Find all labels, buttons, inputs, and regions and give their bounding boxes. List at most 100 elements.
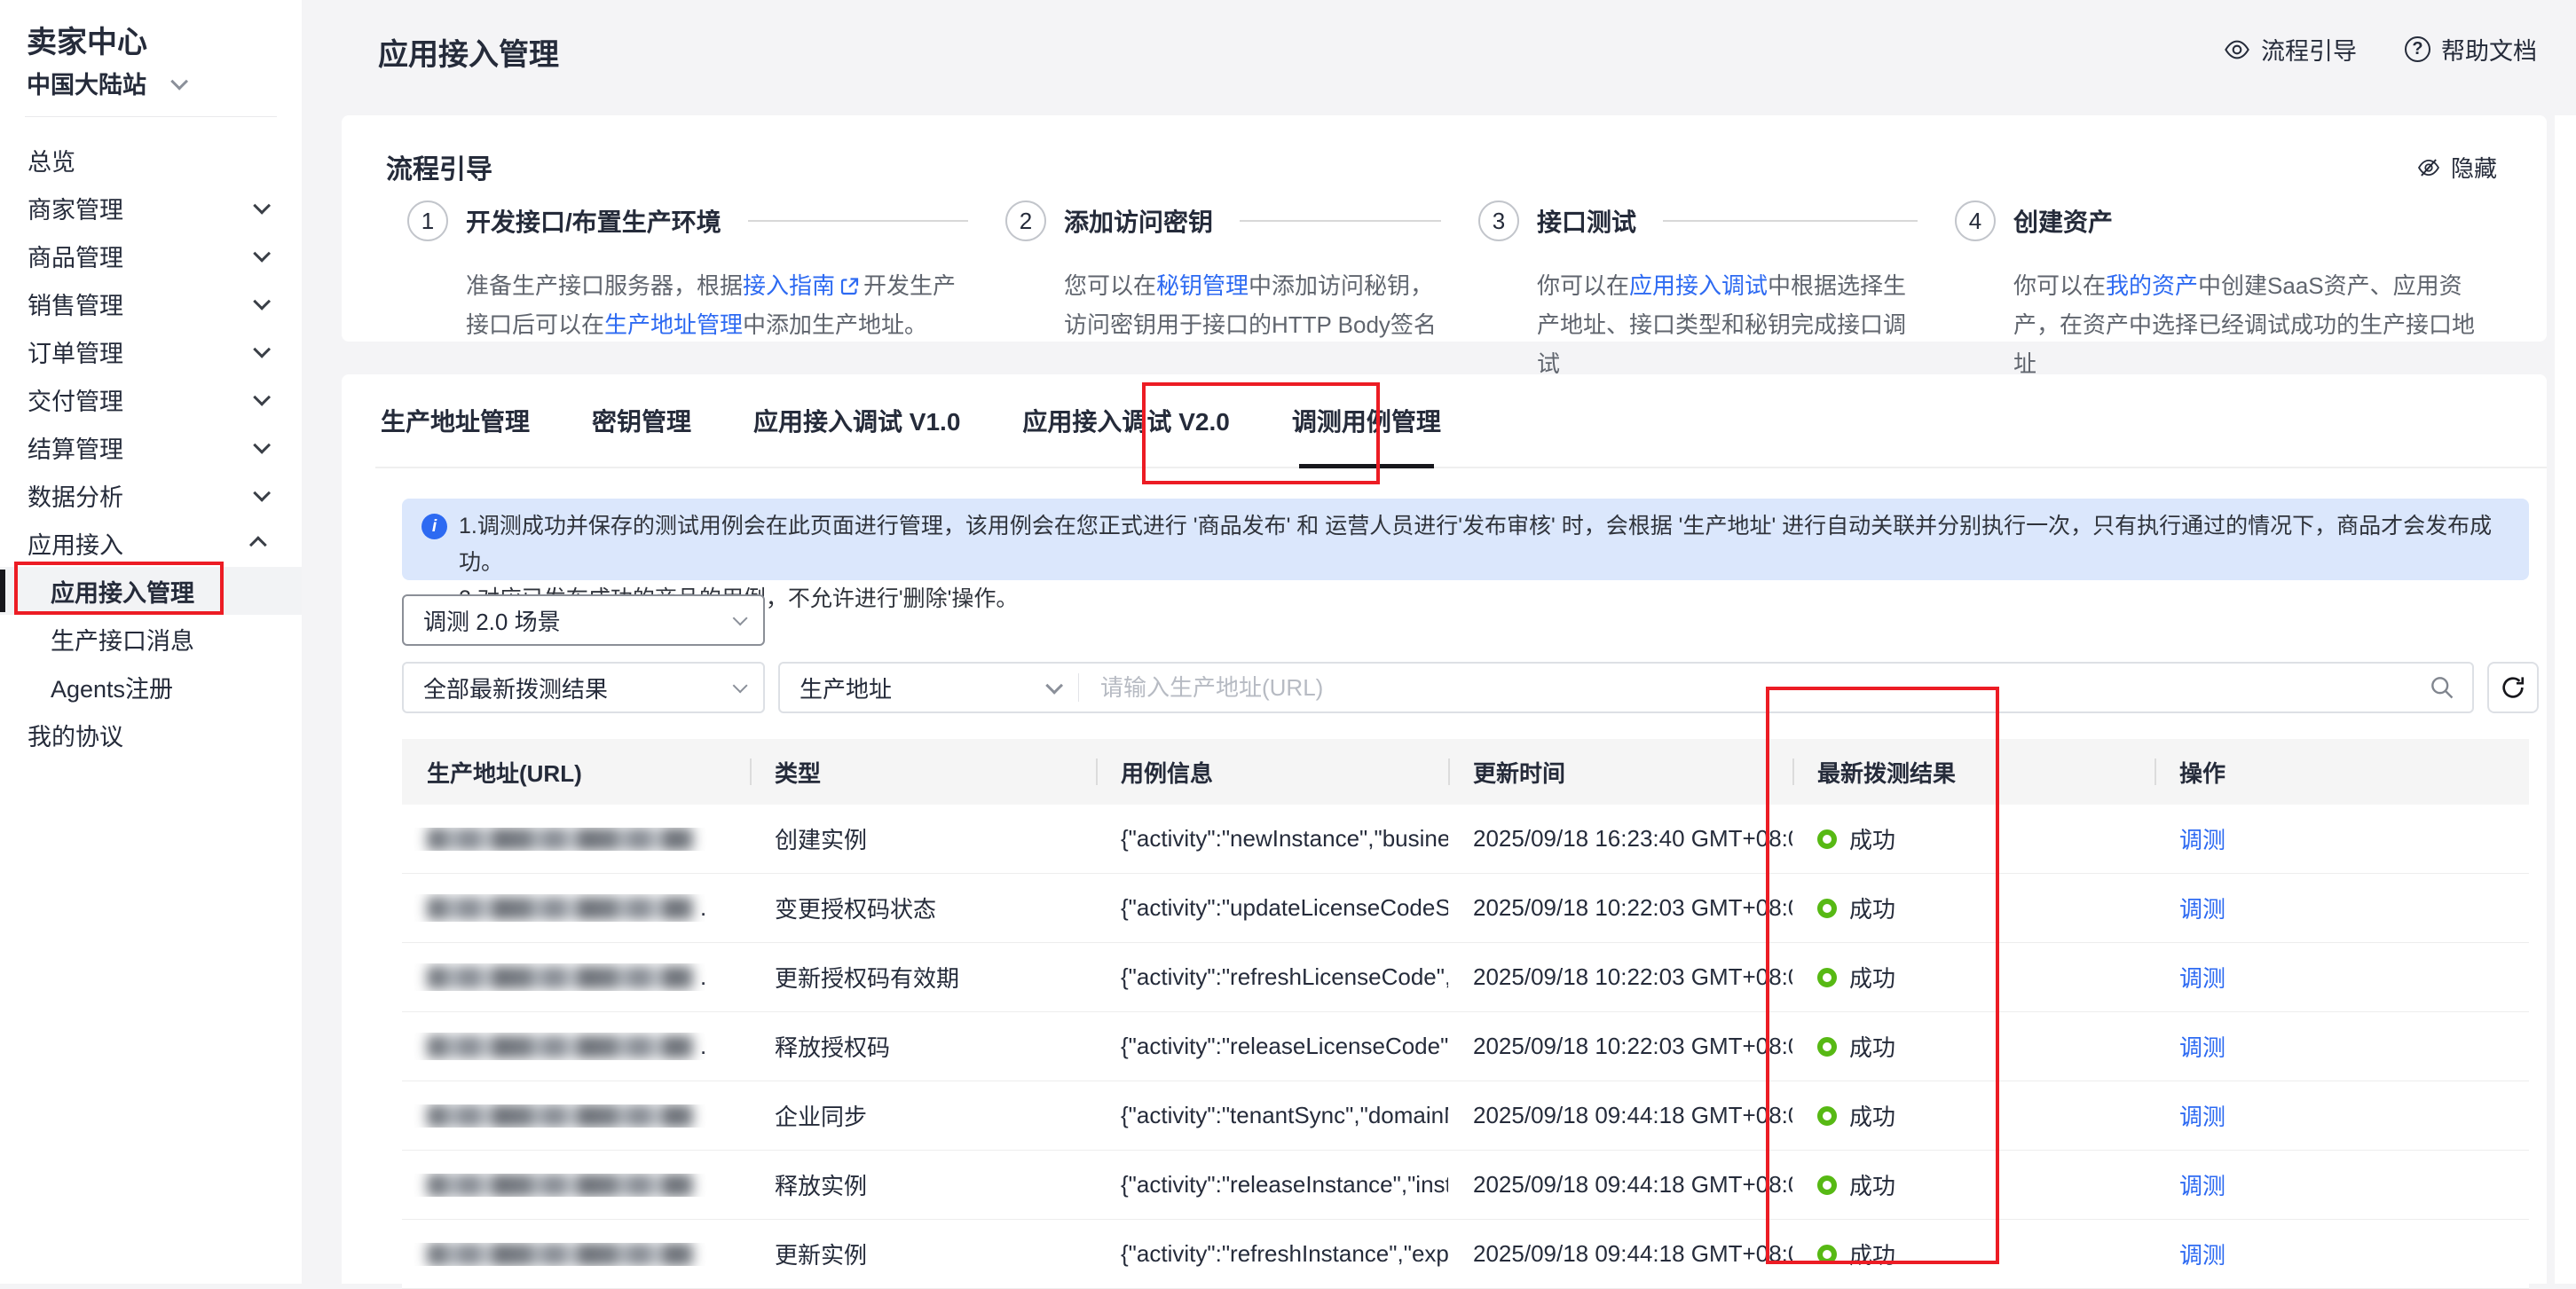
sidebar-item[interactable]: 总览 bbox=[0, 136, 302, 184]
search-field-select[interactable]: 生产地址 bbox=[780, 672, 1078, 704]
sidebar-item[interactable]: 我的协议 bbox=[0, 711, 302, 758]
sidebar-item[interactable]: 生产接口消息 bbox=[0, 615, 302, 663]
secret-key-mgmt-link[interactable]: 秘钥管理 bbox=[1156, 272, 1249, 299]
sidebar-item-label: 生产接口消息 bbox=[51, 622, 194, 656]
sidebar-item-label: Agents注册 bbox=[51, 670, 173, 704]
tab-3[interactable]: 应用接入调试 V1.0 bbox=[748, 374, 965, 467]
sidebar-item-label: 总览 bbox=[28, 143, 75, 177]
status-text: 成功 bbox=[1849, 1099, 1895, 1132]
status-text: 成功 bbox=[1849, 1030, 1895, 1063]
search-box: 生产地址 bbox=[778, 662, 2474, 713]
cell-updated-time: 2025/09/18 09:44:18 GMT+08:00 bbox=[1448, 1102, 1792, 1129]
info-banner: i 1.调测成功并保存的测试用例会在此页面进行管理，该用例会在您正式进行 '商品… bbox=[402, 499, 2529, 580]
debug-action-link[interactable]: 调测 bbox=[2179, 896, 2225, 923]
step-connector bbox=[1240, 220, 1441, 222]
sidebar-item-label: 应用接入 bbox=[28, 526, 123, 561]
sidebar-item-label: 交付管理 bbox=[28, 382, 123, 417]
cell-operation: 调测 bbox=[2155, 961, 2529, 994]
guide-step-1: 1 开发接口/布置生产环境 准备生产接口服务器，根据接入指南开发生产接口后可以在… bbox=[407, 199, 1005, 383]
cell-production-url bbox=[402, 1174, 750, 1197]
tab-1[interactable]: 生产地址管理 bbox=[375, 374, 535, 467]
status-text: 成功 bbox=[1849, 822, 1895, 855]
cell-case-info: {"activity":"refreshInstance","expi... bbox=[1096, 1240, 1448, 1268]
sidebar-item[interactable]: 销售管理 bbox=[0, 279, 302, 327]
sidebar-item[interactable]: 商家管理 bbox=[0, 184, 302, 232]
step-title: 添加访问密钥 bbox=[1064, 203, 1213, 239]
tab-2[interactable]: 密钥管理 bbox=[587, 374, 697, 467]
debug-action-link[interactable]: 调测 bbox=[2179, 827, 2225, 853]
latest-result-select[interactable]: 全部最新拨测结果 bbox=[402, 662, 765, 713]
chevron-down-icon bbox=[253, 197, 271, 215]
cell-latest-dial-result: 成功 bbox=[1792, 1030, 2155, 1063]
cell-latest-dial-result: 成功 bbox=[1792, 1168, 2155, 1201]
step-title: 接口测试 bbox=[1537, 203, 1636, 239]
sidebar: 卖家中心 中国大陆站 总览商家管理商品管理销售管理订单管理交付管理结算管理数据分… bbox=[0, 0, 302, 1284]
sidebar-item-label: 销售管理 bbox=[28, 287, 123, 321]
debug-action-link[interactable]: 调测 bbox=[2179, 1242, 2225, 1269]
app-access-debug-link[interactable]: 应用接入调试 bbox=[1629, 272, 1768, 299]
column-header: 更新时间 bbox=[1448, 756, 1792, 789]
masked-url bbox=[427, 897, 693, 920]
success-ring-icon bbox=[1817, 1175, 1837, 1195]
access-guide-link[interactable]: 接入指南 bbox=[743, 272, 835, 299]
guide-steps: 1 开发接口/布置生产环境 准备生产接口服务器，根据接入指南开发生产接口后可以在… bbox=[407, 199, 2520, 383]
table-row: 创建实例{"activity":"newInstance","busine...… bbox=[402, 805, 2529, 874]
debug-action-link[interactable]: 调测 bbox=[2179, 965, 2225, 992]
tab-bar: 生产地址管理密钥管理应用接入调试 V1.0 应用接入调试 V2.0 调测用例管理 bbox=[375, 374, 2547, 468]
cell-updated-time: 2025/09/18 09:44:18 GMT+08:00 bbox=[1448, 1240, 1792, 1268]
table-row: 更新实例{"activity":"refreshInstance","expi.… bbox=[402, 1220, 2529, 1289]
sidebar-item[interactable]: 应用接入 bbox=[0, 519, 302, 567]
chevron-down-icon bbox=[253, 293, 271, 310]
sidebar-item-label: 结算管理 bbox=[28, 430, 123, 465]
search-input[interactable] bbox=[1079, 674, 2428, 702]
question-circle-icon: ? bbox=[2405, 36, 2430, 62]
prod-address-mgmt-link[interactable]: 生产地址管理 bbox=[604, 311, 743, 338]
sidebar-item[interactable]: 数据分析 bbox=[0, 471, 302, 519]
process-guide-panel: 流程引导 隐藏 1 开发接口/布置生产环境 准备生产接口服务器，根据接入指南开发… bbox=[342, 115, 2547, 342]
cell-operation: 调测 bbox=[2155, 1168, 2529, 1201]
cell-operation: 调测 bbox=[2155, 822, 2529, 855]
scene-select[interactable]: 调测 2.0 场景 bbox=[402, 594, 765, 646]
chevron-down-icon bbox=[1045, 677, 1063, 695]
sidebar-item[interactable]: 商品管理 bbox=[0, 232, 302, 279]
step-description: 你可以在我的资产中创建SaaS资产、应用资产，在资产中选择已经调试成功的生产接口… bbox=[2013, 266, 2490, 383]
cell-latest-dial-result: 成功 bbox=[1792, 1099, 2155, 1132]
step-description: 您可以在秘钥管理中添加访问秘钥，访问密钥用于接口的HTTP Body签名 bbox=[1064, 266, 1448, 344]
masked-url bbox=[427, 1174, 693, 1197]
region-switcher[interactable]: 中国大陆站 bbox=[27, 66, 184, 100]
cell-latest-dial-result: 成功 bbox=[1792, 822, 2155, 855]
refresh-button[interactable] bbox=[2487, 662, 2539, 713]
table-body: 创建实例{"activity":"newInstance","busine...… bbox=[402, 805, 2529, 1289]
sidebar-item[interactable]: 订单管理 bbox=[0, 327, 302, 375]
page-title: 应用接入管理 bbox=[378, 30, 559, 74]
chevron-down-icon bbox=[253, 245, 271, 263]
scrollbar-track[interactable] bbox=[2555, 115, 2576, 1284]
hide-guide-button[interactable]: 隐藏 bbox=[2417, 151, 2497, 184]
debug-action-link[interactable]: 调测 bbox=[2179, 1034, 2225, 1061]
search-icon[interactable] bbox=[2428, 673, 2456, 702]
status-text: 成功 bbox=[1849, 961, 1895, 994]
sidebar-item[interactable]: 结算管理 bbox=[0, 423, 302, 471]
app-title: 卖家中心 bbox=[27, 18, 147, 61]
step-connector bbox=[1663, 220, 1918, 222]
tab-5[interactable]: 调测用例管理 bbox=[1287, 374, 1446, 467]
cell-case-info: {"activity":"releaseInstance","inst... bbox=[1096, 1171, 1448, 1199]
my-assets-link[interactable]: 我的资产 bbox=[2106, 272, 2198, 299]
step-number-badge: 4 bbox=[1955, 200, 1996, 241]
table-row: .变更授权码状态{"activity":"updateLicenseCodeSt… bbox=[402, 874, 2529, 943]
process-guide-link[interactable]: 流程引导 bbox=[2224, 32, 2357, 67]
cell-operation: 调测 bbox=[2155, 1238, 2529, 1270]
sidebar-item[interactable]: Agents注册 bbox=[0, 663, 302, 711]
sidebar-item[interactable]: 交付管理 bbox=[0, 375, 302, 423]
debug-action-link[interactable]: 调测 bbox=[2179, 1104, 2225, 1130]
step-number-badge: 3 bbox=[1478, 200, 1519, 241]
tab-4[interactable]: 应用接入调试 V2.0 bbox=[1017, 374, 1234, 467]
sidebar-item[interactable]: 应用接入管理 bbox=[0, 567, 302, 615]
help-doc-link[interactable]: ? 帮助文档 bbox=[2405, 32, 2537, 67]
cell-operation: 调测 bbox=[2155, 1030, 2529, 1063]
eye-off-icon bbox=[2417, 156, 2440, 179]
debug-action-link[interactable]: 调测 bbox=[2179, 1173, 2225, 1199]
success-ring-icon bbox=[1817, 829, 1837, 849]
cell-updated-time: 2025/09/18 09:44:18 GMT+08:00 bbox=[1448, 1171, 1792, 1199]
use-case-table: 生产地址(URL)类型用例信息更新时间最新拨测结果操作 创建实例{"activi… bbox=[402, 739, 2529, 1289]
